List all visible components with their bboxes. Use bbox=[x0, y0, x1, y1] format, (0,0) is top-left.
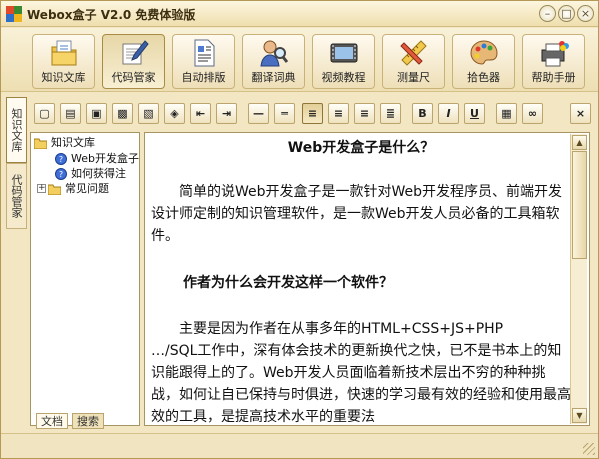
image-icon[interactable]: ▧ bbox=[138, 103, 159, 124]
tree-node-register[interactable]: ? 如何获得注 bbox=[55, 167, 139, 182]
toolbar-button-ruler[interactable]: 测量尺 bbox=[382, 34, 445, 89]
minimize-button[interactable]: – bbox=[539, 5, 556, 22]
close-button[interactable]: × bbox=[577, 5, 594, 22]
indent-icon[interactable]: ⇥ bbox=[216, 103, 237, 124]
toolbar-button-format[interactable]: 自动排版 bbox=[172, 34, 235, 89]
toolbar-label: 知识文库 bbox=[41, 71, 86, 84]
editor-scrollbar[interactable]: ▲ ▼ bbox=[570, 134, 587, 424]
align-left-icon[interactable]: ≡ bbox=[302, 103, 323, 124]
expand-toggle[interactable]: + bbox=[37, 184, 46, 193]
outdent-icon[interactable]: ⇤ bbox=[190, 103, 211, 124]
toolbar-label: 代码管家 bbox=[111, 71, 156, 84]
hr-single-icon[interactable]: — bbox=[248, 103, 269, 124]
hr-double-icon[interactable]: ═ bbox=[274, 103, 295, 124]
link-icon[interactable]: ◈ bbox=[164, 103, 185, 124]
window-title: Webox盒子 V2.0 免费体验版 bbox=[27, 8, 196, 22]
tree-node-label: 常见问题 bbox=[65, 182, 109, 195]
toolbar-label: 视频教程 bbox=[321, 71, 366, 84]
title-bar[interactable]: Webox盒子 V2.0 免费体验版 – □ × bbox=[1, 1, 598, 27]
toolbar-button-code[interactable]: 代码管家 bbox=[102, 34, 165, 89]
ruler-pencil-icon bbox=[400, 40, 427, 66]
document-icon bbox=[194, 39, 215, 67]
app-logo-icon bbox=[6, 6, 22, 22]
align-right-icon[interactable]: ≡ bbox=[354, 103, 375, 124]
document-subtitle: 作者为什么会开发这样一个软件？ bbox=[183, 275, 393, 291]
tree-node-library[interactable]: 知识文库 bbox=[34, 136, 138, 151]
main-toolbar: 知识文库 代码管家 自动排版 翻译词典 视频教程 测量尺 拾色器 帮助手册 bbox=[1, 28, 598, 92]
svg-text:?: ? bbox=[59, 155, 63, 164]
scroll-down-arrow-icon[interactable]: ▼ bbox=[572, 408, 587, 423]
underline-icon[interactable]: U bbox=[464, 103, 485, 124]
align-center-icon[interactable]: ≡ bbox=[328, 103, 349, 124]
tree-node-label: Web开发盒子 bbox=[71, 152, 139, 165]
find-binoculars-icon[interactable]: ∞ bbox=[522, 103, 543, 124]
save-disk-icon[interactable]: ▣ bbox=[86, 103, 107, 124]
film-icon bbox=[330, 43, 358, 63]
document-editor[interactable]: Web开发盒子是什么？ 简单的说Web开发盒子是一款针对Web开发程序员、前端开… bbox=[144, 132, 590, 426]
help-doc-icon: ? bbox=[55, 153, 67, 165]
close-doc-icon[interactable]: × bbox=[570, 103, 591, 124]
folder-icon bbox=[48, 184, 61, 195]
folder-pages-icon bbox=[51, 40, 77, 66]
pen-paper-icon bbox=[122, 40, 149, 65]
bottom-tab-docs[interactable]: 文档 bbox=[36, 413, 68, 429]
side-tab-code[interactable]: 代码管家 bbox=[6, 163, 27, 229]
toolbar-label: 自动排版 bbox=[181, 71, 226, 84]
toolbar-button-help[interactable]: 帮助手册 bbox=[522, 34, 585, 89]
toolbar-button-knowledge[interactable]: 知识文库 bbox=[32, 34, 95, 89]
toolbar-button-video[interactable]: 视频教程 bbox=[312, 34, 375, 89]
italic-icon[interactable]: I bbox=[438, 103, 459, 124]
document-paragraph: 简单的说Web开发盒子是一款针对Web开发程序员、前端开发设计师定制的知识管理软… bbox=[151, 184, 563, 244]
svg-text:?: ? bbox=[59, 170, 63, 179]
person-magnifier-icon bbox=[260, 40, 289, 67]
tree-node-label: 如何获得注 bbox=[71, 167, 126, 180]
toolbar-label: 测量尺 bbox=[397, 71, 430, 84]
help-doc-icon: ? bbox=[55, 168, 67, 180]
scroll-thumb[interactable] bbox=[572, 151, 587, 259]
align-justify-icon[interactable]: ≣ bbox=[380, 103, 401, 124]
insert-image-icon[interactable]: ▦ bbox=[496, 103, 517, 124]
toolbar-label: 帮助手册 bbox=[531, 71, 576, 84]
palette-icon bbox=[470, 40, 498, 65]
bottom-tab-search[interactable]: 搜索 bbox=[72, 413, 104, 429]
document-title: Web开发盒子是什么？ bbox=[287, 140, 435, 156]
format-toolbar: ▢ ▤ ▣ ▩ ▧ ◈ ⇤ ⇥ — ═ ≡ ≡ ≡ ≣ B I U ▦ ∞ × bbox=[30, 101, 596, 128]
tree-node-faq[interactable]: + 常见问题 bbox=[34, 182, 138, 197]
open-folder-icon[interactable]: ▤ bbox=[60, 103, 81, 124]
maximize-button[interactable]: □ bbox=[558, 5, 575, 22]
side-tabs: 知识文库 代码管家 bbox=[3, 93, 29, 433]
document-paragraph: …/SQL工作中，深有体会技术的更新换代之快，已不是书本上的知识能跟得上的了。W… bbox=[151, 343, 571, 425]
toolbar-label: 翻译词典 bbox=[251, 71, 296, 84]
new-file-icon[interactable]: ▢ bbox=[34, 103, 55, 124]
tree-panel: 知识文库 ? Web开发盒子 ? 如何获得注 + 常见问题 bbox=[30, 132, 140, 426]
toolbar-button-translate[interactable]: 翻译词典 bbox=[242, 34, 305, 89]
bold-icon[interactable]: B bbox=[412, 103, 433, 124]
document-paragraph: 主要是因为作者在从事多年的HTML+CSS+JS+PHP bbox=[179, 321, 504, 337]
status-bar bbox=[1, 433, 598, 458]
side-tab-knowledge[interactable]: 知识文库 bbox=[6, 97, 27, 163]
toolbar-button-colorpicker[interactable]: 拾色器 bbox=[452, 34, 515, 89]
app-window: Webox盒子 V2.0 免费体验版 – □ × 知识文库 代码管家 自动排版 … bbox=[0, 0, 599, 459]
tree-node-label: 知识文库 bbox=[51, 136, 95, 149]
folder-icon bbox=[34, 138, 47, 149]
tree-node-web-box[interactable]: ? Web开发盒子 bbox=[55, 152, 139, 167]
resize-grip[interactable] bbox=[583, 443, 595, 455]
save-as-icon[interactable]: ▩ bbox=[112, 103, 133, 124]
scroll-up-arrow-icon[interactable]: ▲ bbox=[572, 135, 587, 150]
bottom-tabs: 文档 搜索 bbox=[30, 413, 140, 431]
toolbar-label: 拾色器 bbox=[467, 71, 500, 84]
printer-help-icon bbox=[541, 41, 569, 67]
